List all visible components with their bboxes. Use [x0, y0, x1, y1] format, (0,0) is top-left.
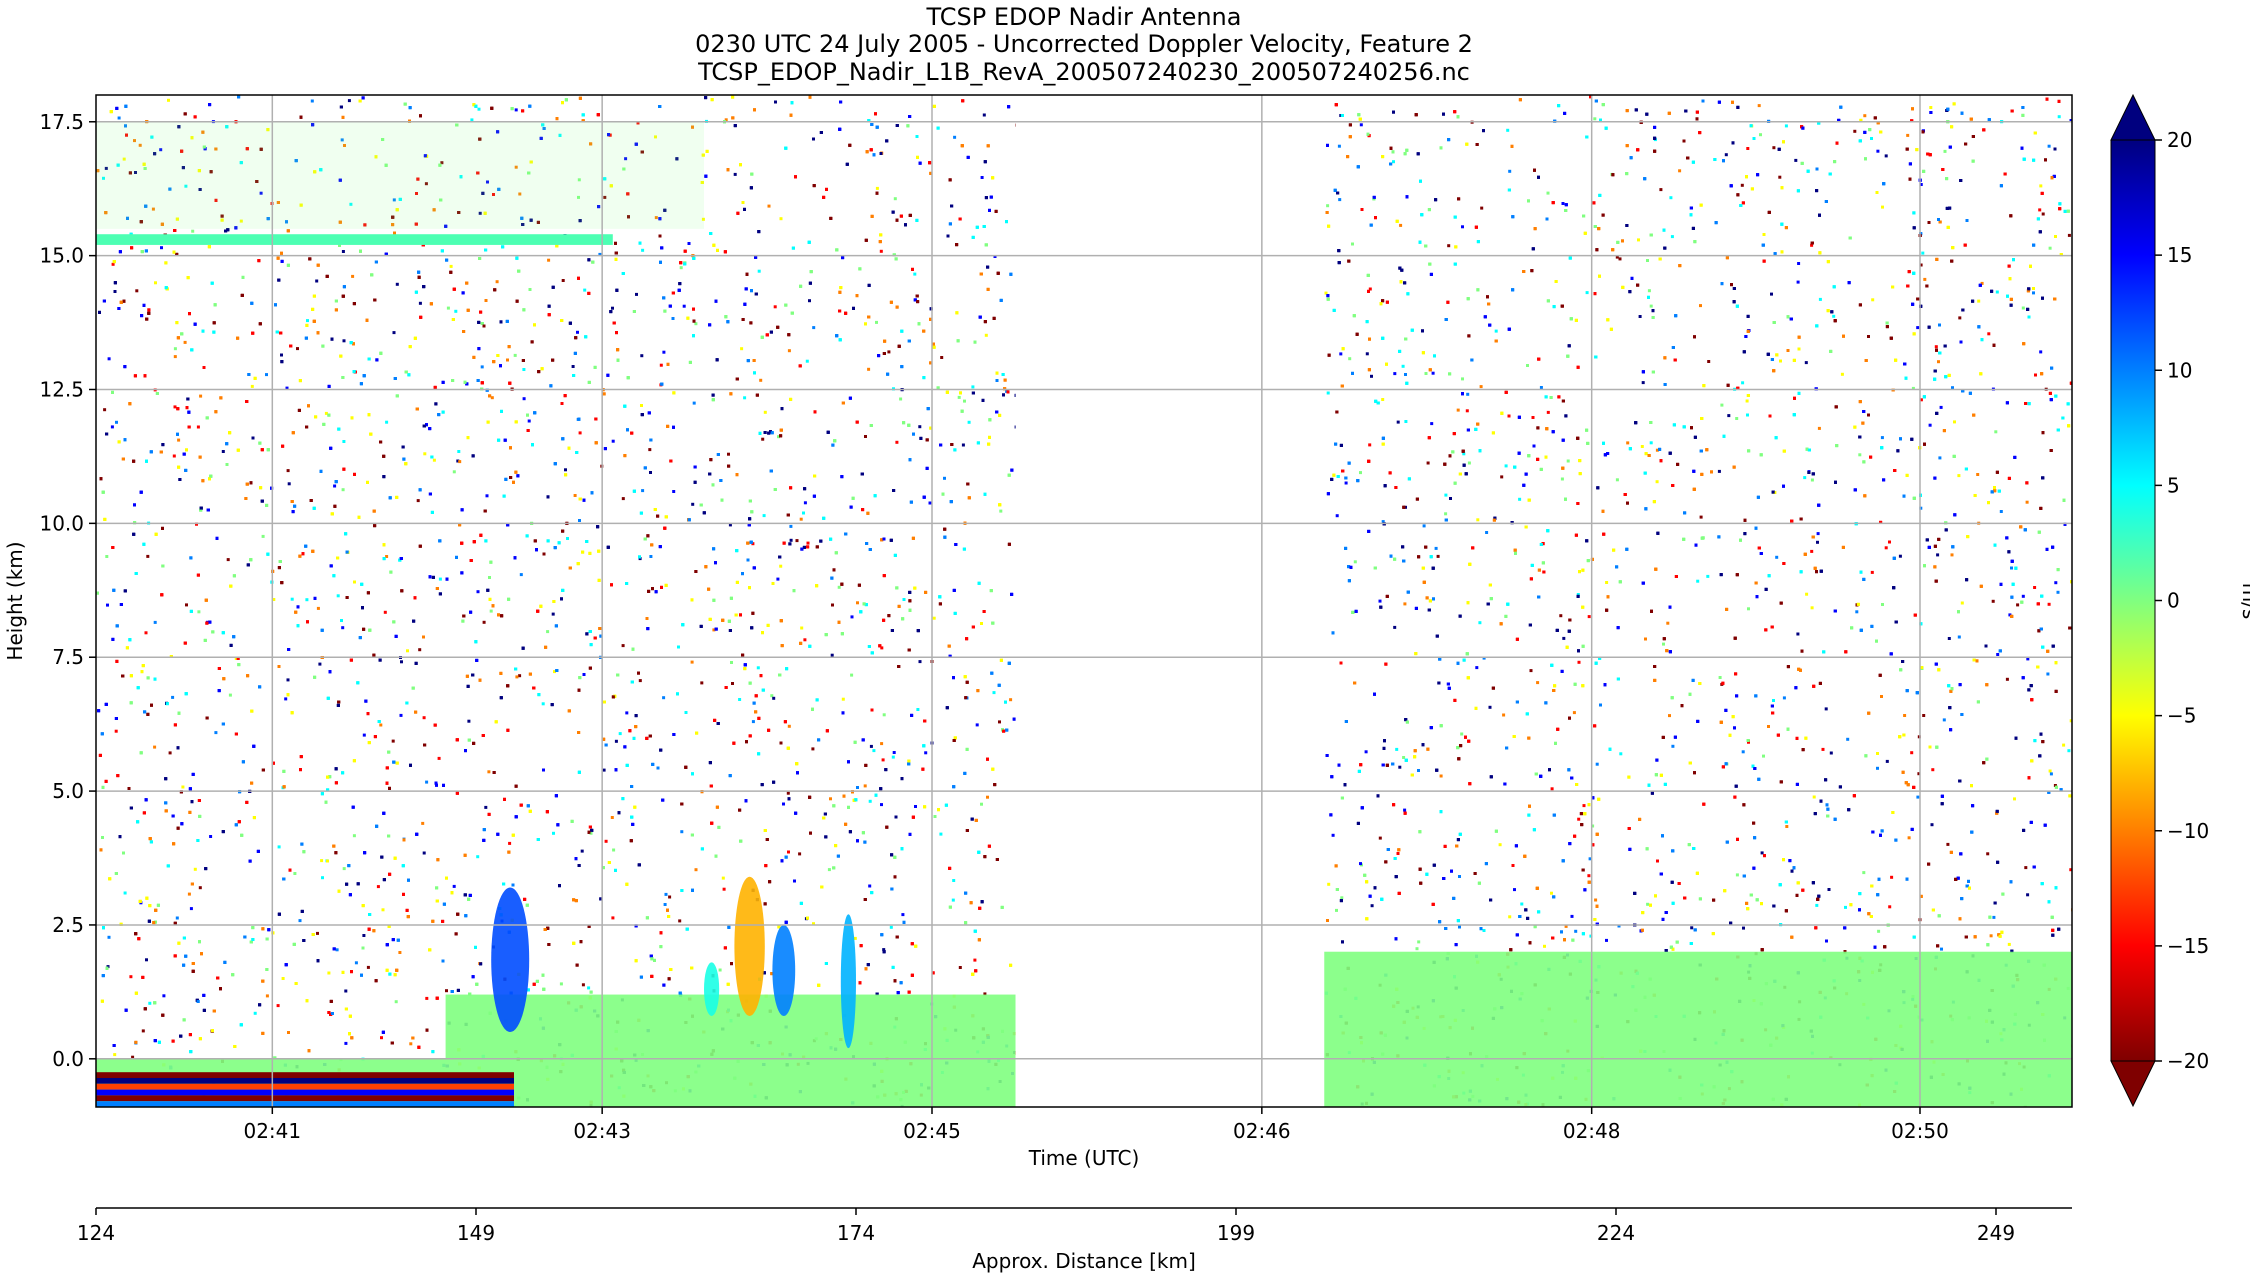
- chart-title-line-1: TCSP EDOP Nadir Antenna: [926, 3, 1242, 31]
- surface-stripes: [96, 1072, 514, 1107]
- distance-tick-label: 174: [837, 1221, 875, 1245]
- x-tick-label: 02:50: [1891, 1119, 1949, 1143]
- surface-stripe: [96, 1089, 514, 1096]
- colorbar-extend-top: [2110, 93, 2156, 141]
- upper-noise-layer: [96, 121, 704, 229]
- y-tick-label: 0.0: [52, 1047, 84, 1071]
- y-axis-label: Height (km): [3, 541, 27, 660]
- y-tick-label: 2.5: [52, 913, 84, 937]
- colorbar-tick-label: 0: [2167, 589, 2180, 613]
- convective-cell: [772, 924, 796, 1016]
- surface-stripe: [96, 1083, 514, 1090]
- y-tick-label: 5.0: [52, 779, 84, 803]
- surface-band: [1324, 951, 2072, 1107]
- convective-cell: [734, 876, 765, 1016]
- surface-stripe: [96, 1077, 514, 1084]
- colorbar-tick-label: 15: [2167, 243, 2192, 267]
- colorbar-tick-label: −10: [2167, 819, 2209, 843]
- distance-tick-label: 149: [457, 1221, 495, 1245]
- x-axis-distance: 124 149 174 199 224 249: [77, 1207, 2072, 1245]
- y-tick-label: 10.0: [39, 511, 84, 535]
- x-tick-label: 02:45: [903, 1119, 961, 1143]
- colorbar-tick-label: −20: [2167, 1049, 2209, 1073]
- x-tick-label: 02:43: [573, 1119, 631, 1143]
- convective-cell: [840, 914, 857, 1049]
- convective-cell: [491, 887, 530, 1033]
- y-tick-label: 15.0: [39, 244, 84, 268]
- colorbar-tick-label: −15: [2167, 934, 2209, 958]
- colorbar-tick-label: −5: [2167, 704, 2196, 728]
- colorbar: 20 15 10 5 0 −5 −10 −15 −20: [2110, 93, 2209, 1108]
- y-tick-label: 7.5: [52, 645, 84, 669]
- y-tick-label: 12.5: [39, 377, 84, 401]
- y-axis: 0.0 2.5 5.0 7.5 10.0 12.5 15.0 17.5: [39, 110, 96, 1071]
- boundary-layer: [445, 994, 1016, 1059]
- colorbar-tick-label: 20: [2167, 128, 2192, 152]
- surface-stripe: [96, 1101, 514, 1107]
- distance-tick-label: 199: [1217, 1221, 1255, 1245]
- y-tick-label: 17.5: [39, 110, 84, 134]
- anvil-layer: [96, 234, 613, 245]
- colorbar-tick-label: 10: [2167, 358, 2192, 382]
- doppler-velocity-figure: TCSP EDOP Nadir Antenna 0230 UTC 24 July…: [3, 3, 2250, 1273]
- data-gap: [1015, 95, 1325, 1107]
- distance-tick-label: 249: [1977, 1221, 2015, 1245]
- colorbar-gradient: [2110, 139, 2156, 1062]
- surface-stripe: [96, 1095, 514, 1102]
- x-tick-label: 02:41: [243, 1119, 301, 1143]
- surface-stripe: [96, 1072, 514, 1078]
- x-axis-label: Time (UTC): [1028, 1146, 1140, 1170]
- plot-area: [96, 95, 2072, 1107]
- chart-title-line-2: 0230 UTC 24 July 2005 - Uncorrected Dopp…: [695, 30, 1473, 58]
- x-tick-label: 02:48: [1563, 1119, 1621, 1143]
- chart-title-line-3: TCSP_EDOP_Nadir_L1B_RevA_200507240230_20…: [697, 58, 1470, 86]
- x-axis-time: 02:41 02:43 02:45 02:46 02:48 02:50: [243, 1107, 1949, 1143]
- x-tick-label: 02:46: [1233, 1119, 1291, 1143]
- distance-tick-label: 124: [77, 1221, 115, 1245]
- colorbar-tick-label: 5: [2167, 473, 2180, 497]
- x2-axis-label: Approx. Distance [km]: [972, 1249, 1196, 1273]
- convective-cell: [704, 962, 720, 1016]
- colorbar-ticks: 20 15 10 5 0 −5 −10 −15 −20: [2155, 128, 2209, 1073]
- distance-tick-label: 224: [1597, 1221, 1635, 1245]
- colorbar-extend-bottom: [2110, 1060, 2156, 1108]
- colorbar-label: m/s: [2238, 583, 2250, 620]
